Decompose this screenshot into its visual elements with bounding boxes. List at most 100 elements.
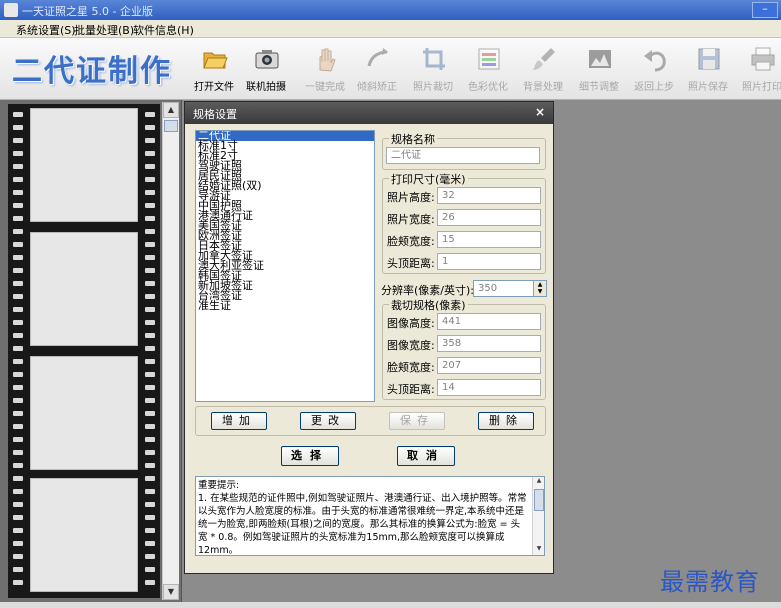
detail-icon: [589, 50, 611, 68]
tips-box[interactable]: 重要提示: 1. 在某些规范的证件照中,例如驾驶证照片、港澳通行证、出入境护照等…: [195, 476, 545, 556]
brush-icon: [533, 48, 555, 70]
film-sprocket-hole: [13, 554, 23, 559]
film-sprocket-hole: [13, 190, 23, 195]
film-sprocket-hole: [145, 450, 155, 455]
menu-bar: 系统设置(S) 批量处理(B) 软件信息(H): [0, 20, 781, 38]
color-optimize-button[interactable]: 色彩优化: [462, 44, 514, 96]
resolution-value: 350: [478, 283, 498, 294]
image-height-label: 图像高度:: [387, 317, 435, 330]
menu-software-info[interactable]: 软件信息(H): [133, 22, 194, 38]
tilt-icon: [367, 48, 388, 67]
menu-system-settings[interactable]: 系统设置(S): [16, 22, 76, 38]
film-sprocket-hole: [145, 242, 155, 247]
film-sprocket-hole: [13, 307, 23, 312]
film-sprocket-hole: [145, 528, 155, 533]
photo-save-button[interactable]: 照片保存: [682, 44, 734, 96]
film-sprocket-hole: [13, 138, 23, 143]
film-sprocket-hole: [145, 281, 155, 286]
film-sprocket-hole: [145, 424, 155, 429]
film-sprocket-hole: [13, 385, 23, 390]
film-sprocket-hole: [13, 567, 23, 572]
film-sprocket-hole: [13, 216, 23, 221]
add-button[interactable]: 增加: [211, 412, 267, 430]
film-sprocket-hole: [13, 359, 23, 364]
edit-button[interactable]: 更改: [300, 412, 356, 430]
film-sprocket-hole: [13, 255, 23, 260]
title-bar: 一天证照之星 5.0 - 企业版 –: [0, 0, 781, 20]
film-sprocket-hole: [13, 333, 23, 338]
save-icon: [698, 48, 720, 70]
cancel-button[interactable]: 取消: [397, 446, 455, 466]
spec-name-input[interactable]: 二代证: [386, 147, 540, 164]
close-icon[interactable]: ×: [535, 105, 545, 119]
film-sprocket-hole: [145, 320, 155, 325]
film-frame[interactable]: [30, 356, 138, 470]
film-sprocket-hole: [145, 489, 155, 494]
film-frame[interactable]: [30, 108, 138, 222]
film-sprocket-hole: [13, 151, 23, 156]
film-sprocket-hole: [13, 320, 23, 325]
film-sprocket-hole: [13, 112, 23, 117]
film-sprocket-hole: [145, 164, 155, 169]
film-sprocket-hole: [145, 307, 155, 312]
tips-scroll-down-icon[interactable]: ▼: [533, 545, 544, 555]
select-button[interactable]: 选择: [281, 446, 339, 466]
delete-button[interactable]: 删除: [478, 412, 534, 430]
resolution-spinner[interactable]: 350 ▲ ▼: [473, 280, 547, 297]
crop-face-width-input[interactable]: 207: [437, 357, 541, 374]
film-sprocket-hole: [145, 463, 155, 468]
image-height-input[interactable]: 441: [437, 313, 541, 330]
detail-adjust-button[interactable]: 细节调整: [573, 44, 625, 96]
film-sprocket-hole: [145, 151, 155, 156]
photo-crop-button[interactable]: 照片裁切: [407, 44, 459, 96]
film-sprocket-hole: [145, 190, 155, 195]
app-icon: [4, 3, 18, 17]
spec-list[interactable]: 二代证 标准1寸 标准2寸 驾驶证照 居民证照 结婚证照(双) 导游证 中国护照 港澳通行证 美国…: [195, 130, 375, 402]
spec-list-item[interactable]: 准生证: [196, 300, 374, 311]
camera-capture-button[interactable]: 联机拍摄: [240, 44, 292, 96]
save-button[interactable]: 保存: [389, 412, 445, 430]
film-sprocket-hole: [13, 281, 23, 286]
undo-button[interactable]: 返回上步: [628, 44, 680, 96]
film-sprocket-hole: [13, 294, 23, 299]
film-sprocket-hole: [145, 567, 155, 572]
one-click-button[interactable]: 一键完成: [299, 44, 351, 96]
photo-print-button[interactable]: 照片打印: [736, 44, 781, 96]
print-size-legend: 打印尺寸(毫米): [389, 171, 468, 187]
window-title: 一天证照之星 5.0 - 企业版: [22, 5, 153, 18]
toolbar: 二代证制作 打开文件 联机拍摄 一键完成 倾斜矫正 照片裁切 色彩优化 背景处理…: [0, 38, 781, 100]
print-top-distance-input[interactable]: 1: [437, 253, 541, 270]
film-sprocket-hole: [13, 398, 23, 403]
print-face-width-input[interactable]: 15: [437, 231, 541, 248]
tilt-correct-button[interactable]: 倾斜矫正: [351, 44, 403, 96]
photo-canvas[interactable]: [556, 100, 781, 602]
crop-top-distance-input[interactable]: 14: [437, 379, 541, 396]
crop-face-width-label: 脸颊宽度:: [387, 361, 435, 374]
film-sprocket-hole: [145, 372, 155, 377]
scroll-down-arrow-icon[interactable]: ▼: [163, 584, 179, 600]
minimize-button[interactable]: –: [752, 2, 778, 18]
film-sprocket-hole: [13, 580, 23, 585]
film-frame[interactable]: [30, 478, 138, 592]
background-process-button[interactable]: 背景处理: [517, 44, 569, 96]
corner-watermark: 最需教育: [660, 568, 760, 596]
menu-batch-process[interactable]: 批量处理(B): [74, 22, 134, 38]
film-sprocket-hole: [145, 411, 155, 416]
thumbnail-scrollbar[interactable]: ▲ ▼: [162, 102, 179, 600]
tips-scroll-thumb[interactable]: [534, 489, 544, 511]
open-file-button[interactable]: 打开文件: [188, 44, 240, 96]
spinner-arrows-icon[interactable]: ▲ ▼: [533, 281, 546, 296]
film-frame[interactable]: [30, 232, 138, 346]
film-sprocket-hole: [13, 411, 23, 416]
image-width-input[interactable]: 358: [437, 335, 541, 352]
tips-scroll-up-icon[interactable]: ▲: [533, 477, 544, 487]
film-sprocket-hole: [13, 463, 23, 468]
tips-scrollbar[interactable]: ▲ ▼: [532, 477, 544, 555]
film-sprocket-hole: [13, 502, 23, 507]
scrollbar-thumb[interactable]: [164, 120, 178, 132]
print-height-input[interactable]: 32: [437, 187, 541, 204]
print-width-input[interactable]: 26: [437, 209, 541, 226]
film-sprocket-hole: [145, 112, 155, 117]
film-sprocket-hole: [145, 385, 155, 390]
scroll-up-arrow-icon[interactable]: ▲: [163, 102, 179, 118]
